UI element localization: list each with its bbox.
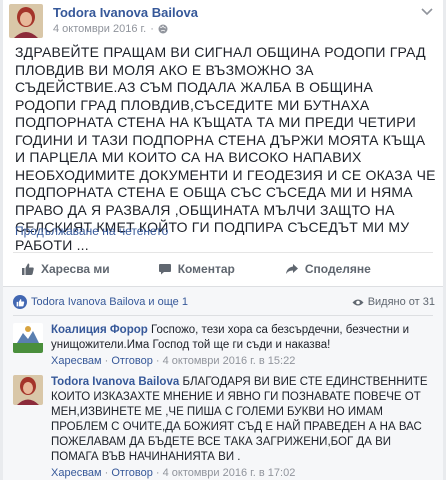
author-avatar[interactable] [9, 4, 43, 38]
post-card: Todora Ivanova Bailova 4 октомври 2016 г… [3, 0, 443, 480]
share-button[interactable]: Споделяне [279, 253, 377, 284]
post-header: Todora Ivanova Bailova 4 октомври 2016 г… [9, 4, 437, 38]
comment-icon [158, 263, 171, 274]
comment-meta: Харесвам · Отговор · 4 октомври 2016 г. … [51, 355, 296, 367]
comment-body: Коалиция Форор Госпожо, тези хора са без… [51, 323, 435, 369]
comment-reply-link[interactable]: Отговор [111, 467, 152, 479]
comment-label: Коментар [177, 261, 235, 276]
seen-count: Видяно от 31 [367, 296, 435, 308]
post-actions: Харесва ми Коментар Споделяне [13, 252, 433, 284]
comment-item: Коалиция Форор Госпожо, тези хора са без… [13, 323, 435, 375]
comment-reply-link[interactable]: Отговор [111, 355, 152, 367]
like-badge-icon [13, 295, 27, 309]
commenter-name[interactable]: Коалиция Форор [51, 324, 148, 336]
globe-icon [158, 24, 168, 34]
likes-text[interactable]: Todora Ivanova Bailova и още 1 [31, 296, 188, 308]
chevron-down-icon[interactable] [421, 8, 433, 16]
comment-body: Todora Ivanova Bailova БЛАГОДАРЯ ВИ ВИЕ … [51, 375, 435, 480]
see-more-link[interactable]: Продължаване на четенето [15, 224, 168, 238]
commenter-name[interactable]: Todora Ivanova Bailova [51, 376, 179, 388]
comment-like-link[interactable]: Харесвам [51, 355, 102, 367]
like-button[interactable]: Харесва ми [15, 253, 116, 284]
comment-item: Todora Ivanova Bailova БЛАГОДАРЯ ВИ ВИЕ … [13, 375, 435, 479]
comment-date[interactable]: 4 октомври 2016 г. в 15:22 [163, 355, 296, 367]
comment-date[interactable]: 4 октомври 2016 г. в 17:02 [163, 467, 296, 479]
commenter-avatar[interactable] [13, 323, 43, 353]
thumbs-up-icon [22, 263, 34, 275]
comments-section: Todora Ivanova Bailova и още 1 Видяно от… [3, 286, 443, 480]
divider [13, 315, 433, 316]
comment-like-link[interactable]: Харесвам [51, 467, 102, 479]
comment-meta: Харесвам · Отговор · 4 октомври 2016 г. … [51, 467, 296, 479]
comment-button[interactable]: Коментар [152, 253, 241, 284]
share-label: Споделяне [304, 261, 371, 276]
like-label: Харесва ми [41, 261, 110, 276]
commenter-avatar[interactable] [13, 375, 43, 405]
post-text: ЗДРАВЕЙТЕ ПРАЩАМ ВИ СИГНАЛ ОБЩИНА РОДОПИ… [15, 44, 436, 253]
eye-icon [352, 299, 364, 305]
post-date[interactable]: 4 октомври 2016 г. [53, 23, 146, 35]
share-icon [285, 263, 298, 274]
seen-by[interactable]: Видяно от 31 [352, 296, 435, 308]
dot-separator: · [150, 23, 154, 35]
author-name[interactable]: Todora Ivanova Bailova [53, 5, 198, 20]
post-meta: 4 октомври 2016 г. · [53, 23, 168, 35]
likes-summary: Todora Ivanova Bailova и още 1 Видяно от… [13, 291, 435, 313]
comment-text: БЛАГОДАРЯ ВИ ВИЕ СТЕ ЕДИНСТВЕННИТЕ КОИТО… [51, 376, 428, 463]
